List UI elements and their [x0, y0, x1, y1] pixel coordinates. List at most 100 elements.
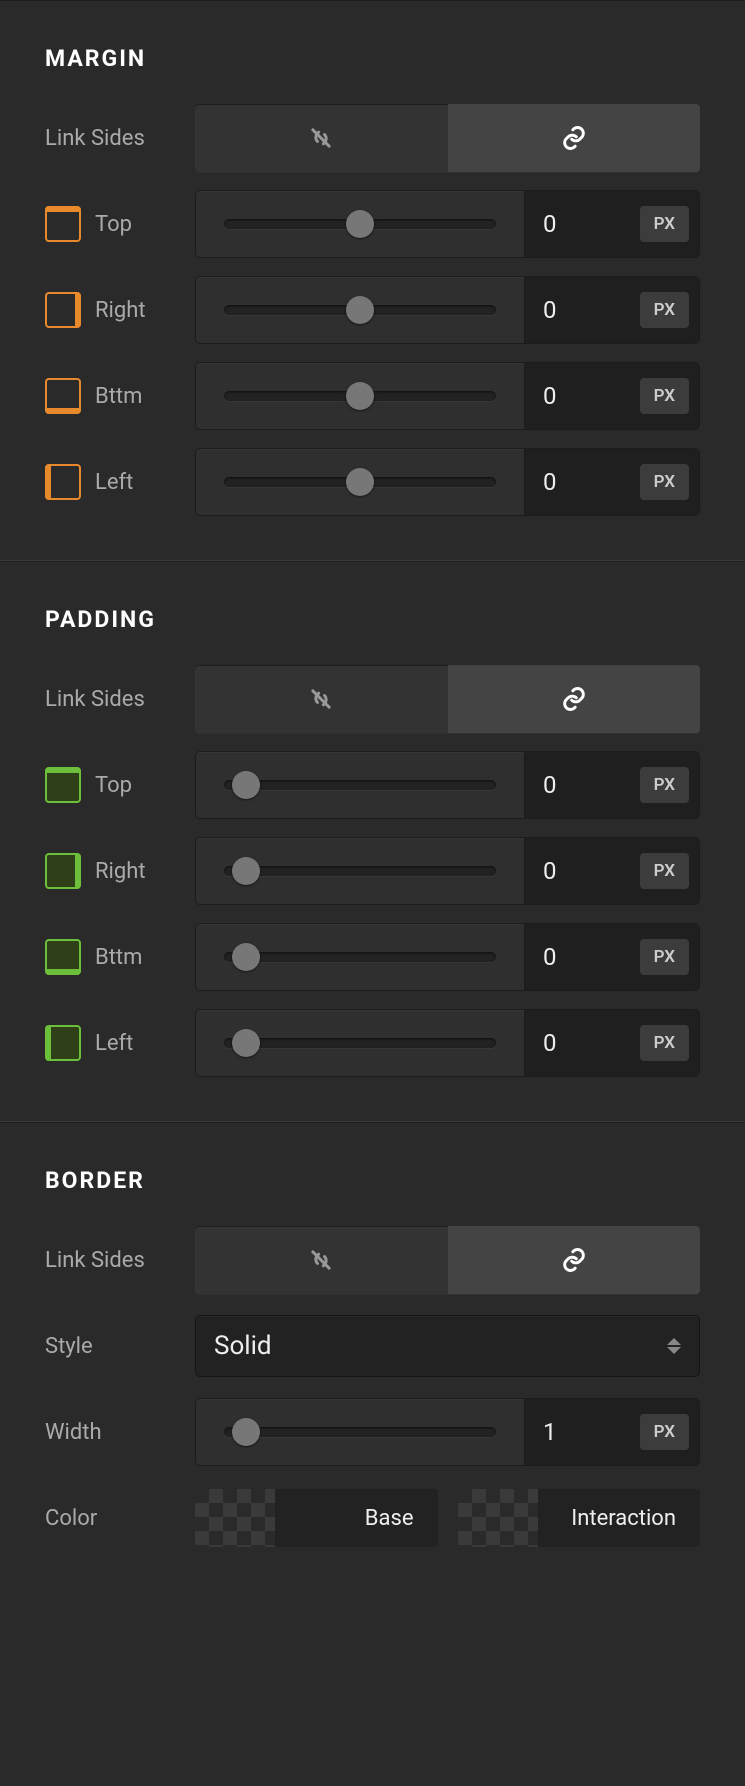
- border-width-label: Width: [45, 1420, 102, 1445]
- slider-thumb[interactable]: [346, 296, 374, 324]
- link-sides-label: Link Sides: [45, 1248, 145, 1273]
- swatch-label: Interaction: [571, 1506, 676, 1531]
- margin-top-slider[interactable]: [224, 219, 496, 229]
- margin-left-row: Left 0 PX: [45, 448, 700, 516]
- margin-right-unit[interactable]: PX: [640, 292, 689, 328]
- padding-right-value[interactable]: 0: [543, 857, 630, 885]
- link-icon: [560, 1246, 588, 1274]
- padding-link-sides-row: Link Sides: [45, 665, 700, 733]
- slider-thumb[interactable]: [232, 1029, 260, 1057]
- section-title-padding: PADDING: [45, 606, 700, 633]
- border-color-row: Color Base Interaction: [45, 1484, 700, 1552]
- link-icon: [560, 685, 588, 713]
- padding-top-icon: [45, 767, 81, 803]
- padding-bttm-icon: [45, 939, 81, 975]
- margin-top-row: Top 0 PX: [45, 190, 700, 258]
- border-style-value: Solid: [214, 1331, 272, 1361]
- margin-left-label: Left: [95, 470, 133, 495]
- margin-bttm-unit[interactable]: PX: [640, 378, 689, 414]
- margin-bttm-icon: [45, 378, 81, 414]
- border-width-unit[interactable]: PX: [640, 1414, 689, 1450]
- padding-bttm-label: Bttm: [95, 945, 142, 970]
- section-title-border: BORDER: [45, 1167, 700, 1194]
- padding-left-value[interactable]: 0: [543, 1029, 630, 1057]
- toggle-linked[interactable]: [448, 104, 701, 172]
- toggle-linked[interactable]: [448, 1226, 701, 1294]
- border-width-value[interactable]: 1: [543, 1418, 630, 1446]
- select-caret-icon: [667, 1338, 681, 1354]
- margin-bttm-label: Bttm: [95, 384, 142, 409]
- section-padding: PADDING Link Sides Top 0: [0, 561, 745, 1122]
- border-width-control: 1 PX: [195, 1398, 700, 1466]
- link-icon: [560, 124, 588, 152]
- padding-top-unit[interactable]: PX: [640, 767, 689, 803]
- unlink-icon: [307, 685, 335, 713]
- padding-top-row: Top 0 PX: [45, 751, 700, 819]
- padding-left-row: Left 0 PX: [45, 1009, 700, 1077]
- margin-bttm-value[interactable]: 0: [543, 382, 630, 410]
- padding-left-slider[interactable]: [224, 1038, 496, 1048]
- padding-right-unit[interactable]: PX: [640, 853, 689, 889]
- margin-top-unit[interactable]: PX: [640, 206, 689, 242]
- margin-top-value[interactable]: 0: [543, 210, 630, 238]
- toggle-unlinked[interactable]: [195, 104, 448, 172]
- padding-right-control: 0 PX: [195, 837, 700, 905]
- toggle-unlinked[interactable]: [195, 665, 448, 733]
- padding-bttm-control: 0 PX: [195, 923, 700, 991]
- margin-left-unit[interactable]: PX: [640, 464, 689, 500]
- padding-link-sides-toggle[interactable]: [195, 665, 700, 733]
- padding-left-label: Left: [95, 1031, 133, 1056]
- border-link-sides-row: Link Sides: [45, 1226, 700, 1294]
- slider-thumb[interactable]: [346, 468, 374, 496]
- padding-top-control: 0 PX: [195, 751, 700, 819]
- padding-right-slider[interactable]: [224, 866, 496, 876]
- margin-bttm-slider[interactable]: [224, 391, 496, 401]
- unlink-icon: [307, 1246, 335, 1274]
- margin-right-value[interactable]: 0: [543, 296, 630, 324]
- margin-top-label: Top: [95, 212, 132, 237]
- margin-right-control: 0 PX: [195, 276, 700, 344]
- border-width-row: Width 1 PX: [45, 1398, 700, 1466]
- slider-thumb[interactable]: [232, 1418, 260, 1446]
- border-style-row: Style Solid: [45, 1312, 700, 1380]
- margin-link-sides-toggle[interactable]: [195, 104, 700, 172]
- padding-left-icon: [45, 1025, 81, 1061]
- margin-right-slider[interactable]: [224, 305, 496, 315]
- padding-right-row: Right 0 PX: [45, 837, 700, 905]
- slider-thumb[interactable]: [232, 771, 260, 799]
- margin-left-value[interactable]: 0: [543, 468, 630, 496]
- border-color-label: Color: [45, 1506, 97, 1531]
- padding-bttm-value[interactable]: 0: [543, 943, 630, 971]
- slider-thumb[interactable]: [346, 382, 374, 410]
- border-style-select[interactable]: Solid: [195, 1315, 700, 1377]
- padding-bttm-slider[interactable]: [224, 952, 496, 962]
- padding-right-icon: [45, 853, 81, 889]
- slider-thumb[interactable]: [232, 943, 260, 971]
- slider-thumb[interactable]: [232, 857, 260, 885]
- border-width-slider[interactable]: [224, 1427, 496, 1437]
- toggle-linked[interactable]: [448, 665, 701, 733]
- section-title-margin: MARGIN: [45, 45, 700, 72]
- margin-link-sides-row: Link Sides: [45, 104, 700, 172]
- padding-top-slider[interactable]: [224, 780, 496, 790]
- margin-left-icon: [45, 464, 81, 500]
- margin-left-control: 0 PX: [195, 448, 700, 516]
- margin-top-icon: [45, 206, 81, 242]
- margin-bttm-row: Bttm 0 PX: [45, 362, 700, 430]
- link-sides-label: Link Sides: [45, 126, 145, 151]
- margin-right-row: Right 0 PX: [45, 276, 700, 344]
- border-color-interaction-swatch[interactable]: Interaction: [458, 1489, 701, 1547]
- padding-top-value[interactable]: 0: [543, 771, 630, 799]
- margin-left-slider[interactable]: [224, 477, 496, 487]
- padding-left-control: 0 PX: [195, 1009, 700, 1077]
- padding-left-unit[interactable]: PX: [640, 1025, 689, 1061]
- unlink-icon: [307, 124, 335, 152]
- swatch-label: Base: [365, 1506, 414, 1531]
- border-link-sides-toggle[interactable]: [195, 1226, 700, 1294]
- toggle-unlinked[interactable]: [195, 1226, 448, 1294]
- border-color-base-swatch[interactable]: Base: [195, 1489, 438, 1547]
- slider-thumb[interactable]: [346, 210, 374, 238]
- padding-bttm-unit[interactable]: PX: [640, 939, 689, 975]
- border-style-label: Style: [45, 1334, 93, 1359]
- section-border: BORDER Link Sides Style Solid: [0, 1122, 745, 1582]
